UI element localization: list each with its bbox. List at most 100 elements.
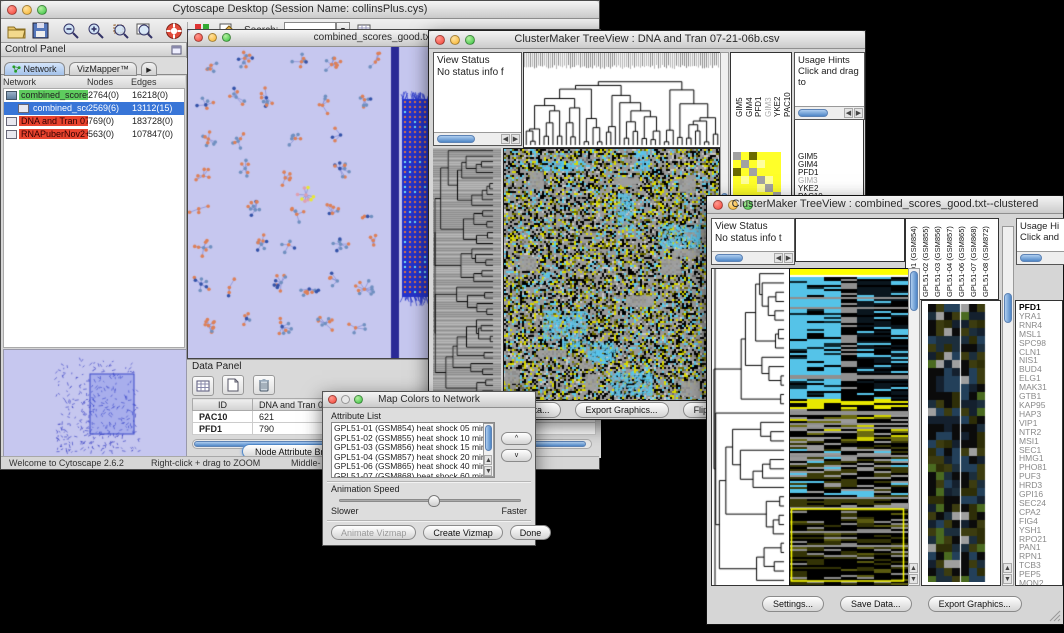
heatmap-cell (765, 184, 773, 192)
tv1-usage-hints: Usage Hints Click and drag to ◀ ▶ (794, 52, 865, 120)
col-nodes[interactable]: Nodes (87, 76, 131, 88)
animate-vizmap-button[interactable]: Animate Vizmap (331, 525, 416, 540)
float-panel-icon[interactable] (171, 45, 182, 55)
scroll-up-icon[interactable]: ▲ (1003, 563, 1012, 573)
done-button[interactable]: Done (510, 525, 552, 540)
new-page-icon[interactable] (222, 375, 244, 395)
scrollbar-thumb[interactable] (798, 109, 828, 117)
scroll-right-icon[interactable]: ▶ (511, 134, 520, 144)
tv2-row-dendrogram[interactable] (711, 268, 791, 586)
tab-vizmapper[interactable]: VizMapper™ (69, 62, 137, 76)
tv2-gene-vscrollbar[interactable]: ▲ ▼ (1002, 226, 1014, 586)
zoom-in-icon[interactable] (86, 22, 106, 40)
tv2-zoom-panel (921, 300, 1001, 586)
treeview2-titlebar[interactable]: ClusterMaker TreeView : combined_scores_… (707, 196, 1063, 214)
attribute-table-icon[interactable] (192, 376, 214, 396)
network-row[interactable]: combined_scores2764(0)16218(0) (4, 89, 184, 102)
delete-trash-icon[interactable] (253, 375, 275, 395)
scrollbar-thumb[interactable] (437, 135, 475, 143)
tab-network[interactable]: Network (4, 62, 65, 76)
tv2-hints-scrollbar[interactable] (1017, 251, 1064, 264)
move-up-button[interactable]: ^ (501, 432, 532, 445)
animation-speed-slider[interactable] (339, 499, 521, 502)
settings--button[interactable]: Settings... (762, 596, 824, 612)
scroll-down-icon[interactable]: ▼ (484, 466, 492, 476)
create-vizmap-button[interactable]: Create Vizmap (423, 525, 502, 540)
scroll-up-icon[interactable]: ▲ (909, 563, 918, 573)
tv1-status-scrollbar[interactable]: ◀ ▶ (434, 132, 521, 145)
treeview1-titlebar[interactable]: ClusterMaker TreeView : DNA and Tran 07-… (429, 31, 865, 49)
network-row[interactable]: RNAPuberNov2+563(0)107847(0) (4, 128, 184, 141)
column-label: GIM4 (745, 56, 754, 117)
heatmap-cell (757, 160, 765, 168)
attribute-list-scrollbar[interactable]: ▲ ▼ (483, 423, 494, 477)
open-folder-icon[interactable] (7, 22, 27, 40)
scroll-down-icon[interactable]: ▼ (1003, 574, 1012, 584)
column-label: GPL51-08 (GSM872) (981, 221, 993, 297)
tv2-status-scrollbar[interactable]: ◀ ▶ (712, 251, 794, 264)
control-panel-header: Control Panel (1, 43, 186, 57)
move-down-button[interactable]: v (501, 449, 532, 462)
scroll-left-icon[interactable]: ◀ (844, 108, 853, 118)
folder-icon (6, 91, 17, 100)
col-edges[interactable]: Edges (131, 76, 185, 88)
slider-thumb[interactable] (428, 495, 440, 507)
column-label: GPL51-07 (GSM868) (969, 221, 981, 297)
network-row[interactable]: combined_sco2569(6)13112(15) (4, 102, 184, 115)
attribute-list-label: Attribute List (331, 411, 381, 421)
col-network[interactable]: Network (3, 76, 87, 88)
vscrollbar-thumb[interactable] (910, 271, 918, 311)
tv1-column-dendrogram[interactable] (523, 52, 721, 148)
heatmap-cell (749, 176, 757, 184)
tv1-zoom-heatmap[interactable] (733, 152, 781, 200)
tv2-heatmap[interactable] (789, 268, 909, 586)
tv1-row-dendrogram[interactable] (433, 148, 501, 399)
list-item[interactable]: GPL51-07 (GSM868) heat shock 60 min (334, 472, 492, 479)
tv1-heatmap[interactable] (503, 148, 720, 401)
save-icon[interactable] (31, 22, 51, 40)
heatmap-cell (773, 184, 781, 192)
heatmap-cell (765, 160, 773, 168)
vscrollbar-thumb[interactable] (1004, 293, 1012, 323)
scroll-left-icon[interactable]: ◀ (501, 134, 510, 144)
file-icon (18, 104, 29, 113)
tv2-column-dendrogram-area (795, 218, 905, 262)
save-data--button[interactable]: Save Data... (840, 596, 912, 612)
vscrollbar-thumb[interactable] (485, 425, 492, 451)
zoom-fit-icon[interactable] (135, 22, 155, 40)
heatmap-cell (765, 152, 773, 160)
birdseye-view[interactable] (3, 349, 187, 458)
tv1-hints-scrollbar[interactable]: ◀ ▶ (795, 106, 864, 119)
zoom-selected-icon[interactable] (111, 22, 131, 40)
network-row[interactable]: DNA and Tran 07769(0)183728(0) (4, 115, 184, 128)
attr-col-id[interactable]: ID (193, 399, 253, 411)
scroll-left-icon[interactable]: ◀ (774, 253, 783, 263)
status-middle-hint: Middle- (291, 458, 321, 468)
gene-label[interactable]: MON2 (1019, 579, 1062, 586)
scroll-up-icon[interactable]: ▲ (484, 455, 492, 465)
help-lifesaver-icon[interactable] (165, 22, 185, 40)
tv2-zoom-heatmap[interactable] (928, 304, 986, 582)
scrollbar-thumb[interactable] (715, 254, 743, 262)
column-label: PAC10 (783, 56, 792, 117)
scroll-right-icon[interactable]: ▶ (854, 108, 863, 118)
scroll-down-icon[interactable]: ▼ (909, 574, 918, 584)
cytoscape-titlebar[interactable]: Cytoscape Desktop (Session Name: collins… (1, 1, 599, 19)
attribute-list[interactable]: GPL51-01 (GSM854) heat shock 05 minGPL51… (331, 422, 495, 478)
export-graphics--button[interactable]: Export Graphics... (575, 402, 669, 418)
scrollbar-thumb[interactable] (1020, 254, 1042, 262)
tabs-overflow-arrow[interactable]: ▶ (141, 62, 156, 76)
scroll-right-icon[interactable]: ▶ (784, 253, 793, 263)
tv2-view-status-label: View Status (715, 221, 791, 233)
export-graphics--button[interactable]: Export Graphics... (928, 596, 1022, 612)
heatmap-cell (773, 176, 781, 184)
tv2-heatmap-vscrollbar[interactable]: ▲ ▼ (908, 268, 920, 586)
heatmap-cell (749, 152, 757, 160)
status-welcome: Welcome to Cytoscape 2.6.2 (9, 458, 124, 468)
column-label: GPL51-04 (GSM857) (945, 221, 957, 297)
dialog-titlebar[interactable]: Map Colors to Network (323, 392, 535, 408)
zoom-out-icon[interactable] (61, 22, 81, 40)
heatmap-cell (741, 152, 749, 160)
column-label: GIM3 (764, 56, 773, 117)
resize-grip[interactable] (1049, 610, 1061, 622)
